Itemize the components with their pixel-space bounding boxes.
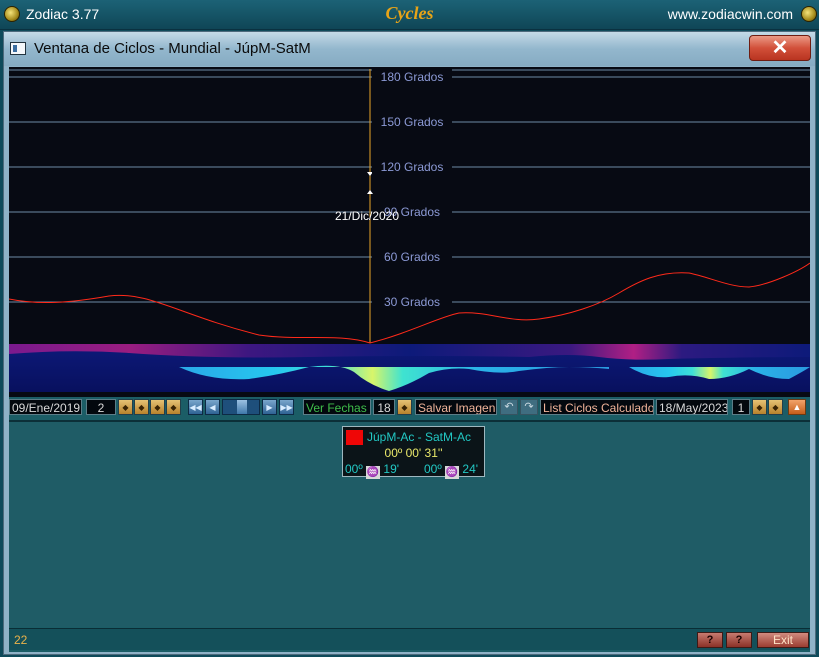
step-spin-2[interactable]: ◆ (134, 399, 149, 415)
save-image-button[interactable]: Salvar Imagen (415, 399, 497, 415)
app-title: Zodiac 3.77 (26, 6, 100, 22)
redo-icon[interactable]: ↷ (520, 399, 538, 415)
status-bar: 22 ? ? Exit (9, 628, 810, 650)
step-spin-4[interactable]: ◆ (166, 399, 181, 415)
aquarius-icon: ♒ (366, 466, 381, 479)
cycle-chart[interactable]: 180 Grados 150 Grados 120 Grados 90 Grad… (9, 67, 810, 397)
view-dates-button[interactable]: Ver Fechas (303, 399, 371, 415)
app-title-bar: Zodiac 3.77 Cycles www.zodiacwin.com (0, 0, 819, 30)
left-position-deg: 00º (345, 462, 363, 476)
left-position-min: 19' (383, 462, 400, 476)
close-button[interactable]: ✕ (749, 35, 811, 61)
grid-label-120: 120 Grados (372, 159, 452, 175)
grid-lines (9, 69, 810, 303)
exit-button[interactable]: Exit (757, 632, 809, 648)
right-position-deg: 00º (424, 462, 442, 476)
prev-icon[interactable]: ◀ (205, 399, 220, 415)
end-date-field[interactable]: 18/May/2023 (656, 399, 728, 415)
window-title-bar: Ventana de Ciclos - Mundial - JúpM-SatM … (4, 32, 815, 66)
cursor-date-label: 21/Dic/2020 (334, 209, 400, 223)
cursor-marker-bottom-icon (367, 190, 373, 194)
last-icon[interactable]: ▶▶ (279, 399, 294, 415)
status-value: 22 (14, 633, 28, 647)
help-button-2[interactable]: ? (726, 632, 752, 648)
grid-label-180: 180 Grados (372, 69, 452, 85)
end-spin-2[interactable]: ◆ (768, 399, 783, 415)
window-icon (10, 42, 26, 55)
time-slider[interactable] (222, 399, 260, 415)
undo-icon[interactable]: ↶ (500, 399, 518, 415)
end-spin-1[interactable]: ◆ (752, 399, 767, 415)
aspect-value: 00º 00' 31'' (384, 446, 443, 460)
cycles-window: Ventana de Ciclos - Mundial - JúpM-SatM … (3, 31, 816, 655)
step-spin-3[interactable]: ◆ (150, 399, 165, 415)
first-icon[interactable]: ◀◀ (188, 399, 203, 415)
slider-thumb[interactable] (237, 400, 247, 414)
grid-label-150: 150 Grados (372, 114, 452, 130)
next-icon[interactable]: ▶ (262, 399, 277, 415)
chart-toolbar: 09/Ene/2019 2 ◆ ◆ ◆ ◆ ◀◀ ◀ ▶ ▶▶ Ver Fech… (9, 397, 810, 417)
app-url[interactable]: www.zodiacwin.com (668, 6, 793, 22)
zodiac-logo-icon-right (801, 6, 817, 22)
scroll-up-icon[interactable]: ▲ (788, 399, 806, 415)
grid-label-60: 60 Grados (372, 249, 452, 265)
aspect-title: JúpM-Ac - SatM-Ac (367, 430, 472, 444)
aspect-info-box: JúpM-Ac - SatM-Ac 00º 00' 31'' 00º ♒ 19'… (342, 426, 485, 479)
window-title: Ventana de Ciclos - Mundial - JúpM-SatM (34, 40, 311, 57)
series-color-swatch (346, 430, 363, 445)
right-position: 00º ♒ 24' (424, 462, 478, 479)
list-cycles-button[interactable]: List Ciclos Calculados (540, 399, 654, 415)
details-panel: JúpM-Ac - SatM-Ac 00º 00' 31'' 00º ♒ 19'… (9, 420, 810, 627)
grid-label-30: 30 Grados (372, 294, 452, 310)
view-dates-spin[interactable]: ◆ (397, 399, 412, 415)
start-date-field[interactable]: 09/Ene/2019 (9, 399, 82, 415)
right-position-min: 24' (462, 462, 479, 476)
window-body: 180 Grados 150 Grados 120 Grados 90 Grad… (9, 67, 810, 652)
aquarius-icon-2: ♒ (445, 466, 460, 479)
step-spin-1[interactable]: ◆ (118, 399, 133, 415)
view-dates-value[interactable]: 18 (373, 399, 395, 415)
help-button-1[interactable]: ? (697, 632, 723, 648)
left-position: 00º ♒ 19' (345, 462, 399, 479)
zodiac-logo-icon (4, 6, 20, 22)
step-field[interactable]: 2 (86, 399, 116, 415)
end-value-field[interactable]: 1 (732, 399, 750, 415)
